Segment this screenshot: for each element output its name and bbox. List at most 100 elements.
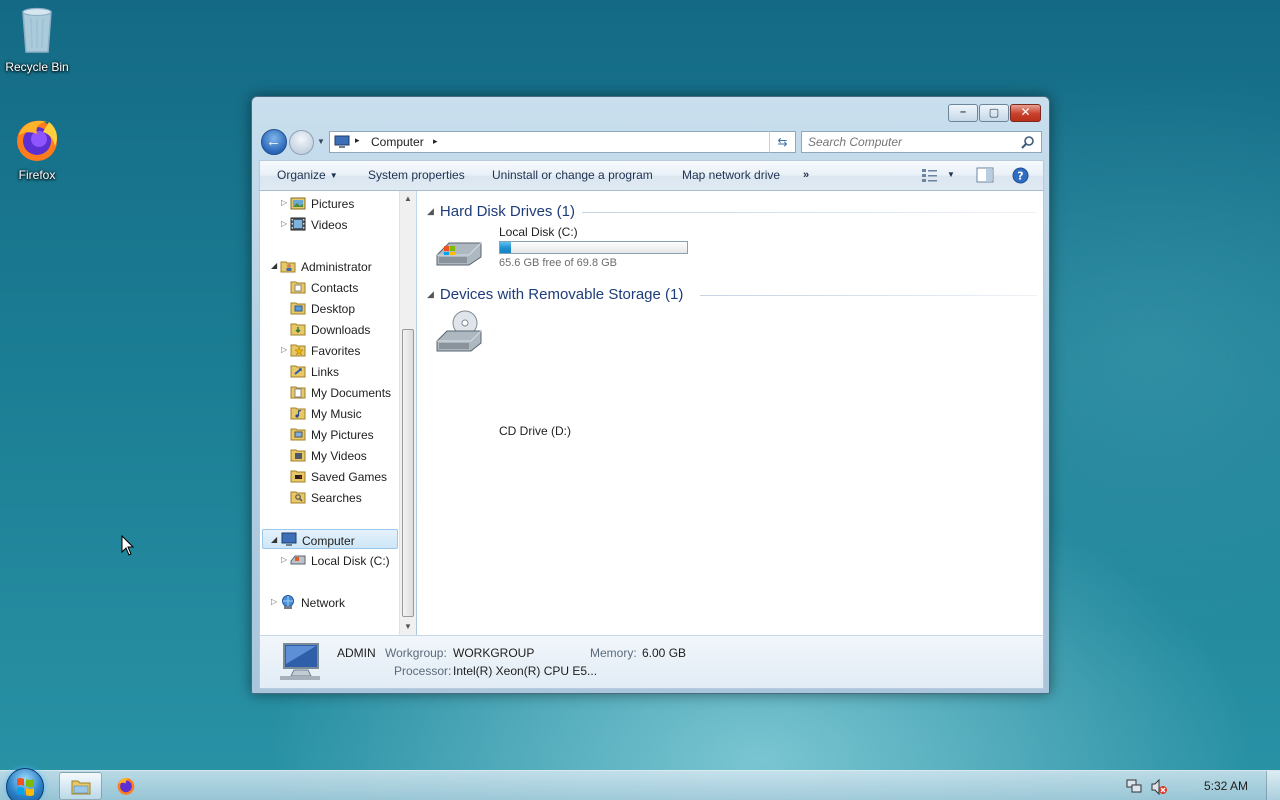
desktop-icon-firefox[interactable]: Firefox (0, 116, 74, 182)
firefox-icon (17, 120, 57, 161)
expand-icon[interactable]: ▷ (281, 345, 287, 354)
collapse-icon[interactable]: ◢ (271, 261, 277, 270)
details-pane: ADMIN Workgroup: WORKGROUP Memory: 6.00 … (259, 635, 1044, 689)
memory-label: Memory: (590, 646, 637, 660)
scroll-down-icon[interactable]: ▼ (400, 619, 416, 635)
tree-item-pictures[interactable]: ▷ Pictures (260, 193, 400, 213)
collapse-group-icon[interactable]: ◢ (427, 289, 434, 299)
tree-item-links[interactable]: Links (260, 361, 400, 381)
expand-icon[interactable]: ▷ (281, 198, 287, 207)
tree-item-favorites[interactable]: ▷ Favorites (260, 340, 400, 360)
firefox-icon (117, 777, 135, 795)
explorer-window: – ▢ ✕ ← ▼ ▸ Computer ▸ ▼ ⇆ Organize▼ (251, 96, 1050, 694)
change-view-icon[interactable] (921, 167, 939, 183)
view-options-dropdown-icon[interactable]: ▼ (947, 170, 955, 179)
folder-icon (71, 780, 91, 795)
system-tray: 5:32 AM (1080, 771, 1280, 800)
scrollbar-thumb[interactable] (402, 329, 414, 617)
maximize-button[interactable]: ▢ (979, 104, 1009, 122)
navigation-bar: ← ▼ ▸ Computer ▸ ▼ ⇆ (259, 129, 1042, 155)
group-header-hard-disk-drives[interactable]: ◢ Hard Disk Drives (1) (427, 203, 575, 220)
minimize-button[interactable]: – (948, 104, 978, 122)
navigation-pane-scrollbar[interactable]: ▲ ▼ (399, 191, 416, 635)
tree-item-videos[interactable]: ▷ Videos (260, 214, 400, 234)
uninstall-program-button[interactable]: Uninstall or change a program (492, 168, 653, 182)
expand-icon[interactable]: ▷ (271, 597, 277, 606)
computer-large-icon (280, 643, 320, 680)
group-header-removable-storage[interactable]: ◢ Devices with Removable Storage (1) (427, 286, 683, 303)
group-title: Devices with Removable Storage (1) (439, 286, 684, 303)
drive-name[interactable]: Local Disk (C:) (499, 225, 578, 239)
drive-name[interactable]: CD Drive (D:) (499, 424, 571, 438)
group-divider (700, 295, 1037, 296)
tree-item-label: Network (301, 596, 346, 610)
tree-item-administrator[interactable]: ◢ Administrator (260, 256, 400, 276)
desktop-icon-label: Recycle Bin (5, 60, 69, 74)
start-button[interactable] (6, 768, 44, 800)
desktop-icon-recycle-bin[interactable]: Recycle Bin (0, 6, 74, 74)
minimize-icon: – (959, 106, 967, 118)
desktop-folder-icon (290, 302, 306, 315)
close-icon: ✕ (1020, 105, 1031, 119)
user-folder-icon (280, 261, 296, 273)
address-bar[interactable]: ▸ Computer ▸ ▼ (329, 131, 796, 153)
tree-item-my-documents[interactable]: My Documents (260, 382, 400, 402)
address-separator[interactable]: ▸ (355, 135, 360, 146)
collapse-group-icon[interactable]: ◢ (427, 206, 434, 216)
tree-item-computer[interactable]: ◢ Computer (262, 529, 398, 549)
back-button[interactable]: ← (261, 129, 287, 155)
drive-item-cd-drive[interactable] (427, 307, 627, 357)
tree-item-desktop[interactable]: Desktop (260, 298, 400, 318)
help-icon[interactable]: ? (1012, 167, 1029, 184)
tree-item-my-pictures[interactable]: My Pictures (260, 424, 400, 444)
expand-icon[interactable]: ▷ (281, 555, 287, 564)
chevron-down-icon: ▼ (329, 171, 338, 180)
desktop-icon-label: Firefox (18, 168, 56, 182)
taskbar-firefox-button[interactable] (104, 772, 147, 800)
tree-item-contacts[interactable]: Contacts (260, 277, 400, 297)
taskbar-explorer-button[interactable] (59, 772, 102, 800)
workgroup-label: Workgroup: (385, 646, 447, 660)
scroll-up-icon[interactable]: ▲ (400, 191, 416, 207)
recent-pages-dropdown-icon[interactable]: ▼ (317, 137, 325, 146)
volume-muted-icon[interactable] (1150, 778, 1168, 796)
searches-folder-icon (290, 491, 306, 504)
tree-item-my-videos[interactable]: My Videos (260, 445, 400, 465)
address-separator[interactable]: ▸ (433, 136, 438, 147)
tree-item-my-music[interactable]: My Music (260, 403, 400, 423)
search-input[interactable] (802, 132, 1012, 152)
organize-menu[interactable]: Organize ▼ (277, 168, 338, 182)
group-divider (582, 212, 1037, 213)
tree-item-network[interactable]: ▷ Network (260, 592, 400, 612)
system-properties-button[interactable]: System properties (368, 168, 465, 182)
processor-label: Processor: (394, 664, 452, 678)
expand-icon[interactable]: ▷ (281, 219, 287, 228)
tree-item-local-disk[interactable]: ▷ Local Disk (C:) (260, 550, 400, 570)
refresh-button[interactable]: ⇆ (769, 131, 796, 153)
taskbar-clock[interactable]: 5:32 AM (1204, 779, 1248, 793)
tree-item-label: Local Disk (C:) (311, 554, 390, 568)
tree-item-downloads[interactable]: Downloads (260, 319, 400, 339)
organize-label: Organize (277, 168, 326, 182)
tree-item-saved-games[interactable]: Saved Games (260, 466, 400, 486)
close-button[interactable]: ✕ (1010, 104, 1041, 122)
breadcrumb-computer[interactable]: Computer (371, 135, 424, 149)
hard-disk-icon (290, 555, 306, 565)
mouse-cursor-icon (121, 535, 135, 556)
network-status-icon[interactable] (1125, 778, 1143, 796)
more-commands-button[interactable]: » (803, 169, 809, 181)
contacts-folder-icon (290, 281, 306, 294)
forward-button[interactable] (289, 130, 314, 155)
content-pane: ◢ Hard Disk Drives (1) Local Disk (C:) 65… (417, 191, 1044, 635)
tree-item-label: My Music (311, 407, 362, 421)
computer-icon (334, 135, 350, 148)
processor-value: Intel(R) Xeon(R) CPU E5... (453, 664, 598, 678)
network-icon (282, 595, 294, 609)
navigation-pane: ▷ Pictures ▷ Videos ◢ Administrator Cont… (259, 191, 416, 635)
drive-free-space: 65.6 GB free of 69.8 GB (499, 257, 618, 269)
preview-pane-icon[interactable] (976, 167, 994, 183)
tree-item-searches[interactable]: Searches (260, 487, 400, 507)
show-desktop-button[interactable] (1266, 771, 1280, 800)
collapse-icon[interactable]: ◢ (271, 535, 277, 544)
map-network-drive-button[interactable]: Map network drive (682, 168, 780, 182)
